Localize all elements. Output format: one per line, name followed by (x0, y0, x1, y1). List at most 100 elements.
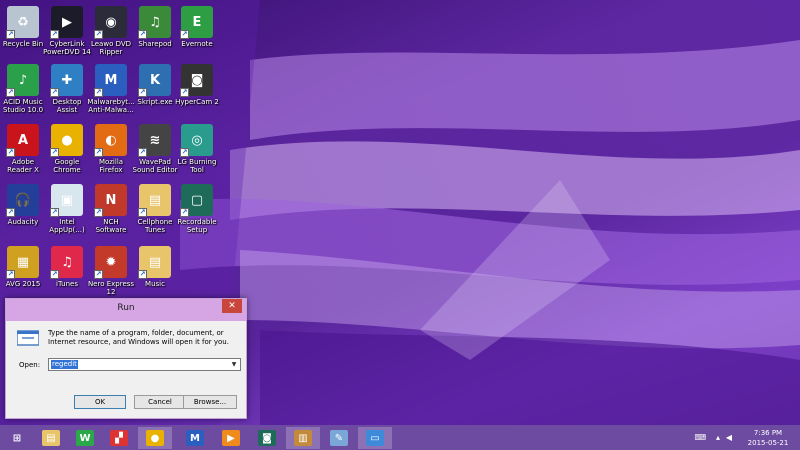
clock-time[interactable]: 7:36 PM (740, 429, 796, 437)
shortcut-arrow-icon: ↗ (50, 208, 59, 217)
wavepad-icon: ≋ ↗ (138, 124, 171, 157)
shortcut-arrow-icon: ↗ (94, 208, 103, 217)
close-button[interactable]: ✕ (222, 299, 242, 313)
avg-icon: ▦ ↗ (6, 246, 39, 279)
evernote-icon: E ↗ (180, 6, 213, 39)
shortcut-arrow-icon: ↗ (6, 270, 15, 279)
audacity-icon: 🎧 ↗ (6, 184, 39, 217)
shortcut-arrow-icon: ↗ (6, 88, 15, 97)
desktop-icon-label: Evernote (181, 40, 213, 48)
adobe-reader-icon: A ↗ (6, 124, 39, 157)
shortcut-arrow-icon: ↗ (6, 30, 15, 39)
hypercam-icon: ◙ ↗ (180, 64, 213, 97)
windows-start-icon: ⊞ (8, 430, 26, 446)
taskbar-item[interactable]: ▭ (358, 427, 392, 449)
shortcut-arrow-icon: ↗ (50, 30, 59, 39)
shortcut-arrow-icon: ↗ (180, 208, 189, 217)
shortcut-arrow-icon: ↗ (6, 148, 15, 157)
shortcut-arrow-icon: ↗ (50, 148, 59, 157)
desktop-icon[interactable]: M ↗ Malwarebyt... Anti-Malwa... (87, 64, 135, 120)
shortcut-arrow-icon: ↗ (180, 148, 189, 157)
shortcut-arrow-icon: ↗ (50, 88, 59, 97)
sharepod-icon: ♫ ↗ (138, 6, 171, 39)
shortcut-arrow-icon: ↗ (94, 270, 103, 279)
desktop-icon[interactable]: K ↗ Skript.exe (132, 64, 178, 120)
taskbar-item[interactable]: ✎ (322, 427, 356, 449)
cancel-button[interactable]: Cancel (134, 395, 186, 409)
library-icon: ▥ (294, 430, 312, 446)
recorder-icon: ◙ (258, 430, 276, 446)
shortcut-arrow-icon: ↗ (180, 30, 189, 39)
acid-music-studio-icon: ♪ ↗ (6, 64, 39, 97)
ok-button[interactable]: OK (74, 395, 126, 409)
chrome-icon: ● (146, 430, 164, 446)
desktop-icon-label: HyperCam 2 (175, 98, 219, 106)
nero-express-icon: ✹ ↗ (94, 246, 127, 279)
powerdvd-icon: ▶ ↗ (50, 6, 83, 39)
taskbar-item[interactable]: ▥ (286, 427, 320, 449)
taskbar: ⊞ ▤ W ▞ ● M ▶ ◙ ▥ ✎ ▭ ⌨ ▴ ◀ 7:36 PM 2015-05-21 (0, 425, 800, 450)
run-description: Type the name of a program, folder, docu… (48, 329, 229, 346)
desktop-icon[interactable]: ✹ ↗ Nero Express 12 (88, 246, 134, 302)
desktop-icon[interactable]: ◎ ↗ LG Burning Tool (174, 124, 220, 180)
folder-icon: ▤ ↗ (138, 184, 171, 217)
shortcut-arrow-icon: ↗ (138, 88, 147, 97)
desktop-icon[interactable]: ▤ ↗ Music (132, 246, 178, 302)
network-icon[interactable]: ▴ (716, 433, 720, 442)
desktop-icon[interactable]: ◙ ↗ HyperCam 2 (174, 64, 220, 120)
chrome-icon: ● ↗ (50, 124, 83, 157)
desktop-icon[interactable]: ▦ ↗ AVG 2015 (0, 246, 46, 302)
open-input[interactable]: regedit (51, 360, 78, 369)
leawo-dvd-ripper-icon: ◉ ↗ (94, 6, 127, 39)
taskbar-item[interactable]: ⊞ (0, 427, 34, 449)
lg-burning-tool-icon: ◎ ↗ (180, 124, 213, 157)
shortcut-arrow-icon: ↗ (6, 208, 15, 217)
paint-icon: ✎ (330, 430, 348, 446)
desktop-icon[interactable]: ▢ ↗ Recordable Setup (174, 184, 220, 240)
run-title: Run (117, 303, 135, 313)
run-titlebar[interactable]: Run ✕ (6, 299, 246, 321)
desktop-icon[interactable]: ◉ ↗ Leawo DVD Ripper (88, 6, 134, 62)
run-icon: ▭ (366, 430, 384, 446)
keyboard-icon[interactable]: ⌨ (694, 433, 706, 442)
skript-icon: K ↗ (138, 64, 171, 97)
chevron-down-icon[interactable]: ▼ (229, 359, 239, 370)
taskbar-item[interactable]: ◙ (250, 427, 284, 449)
recycle-bin-icon: ♻ ↗ (6, 6, 39, 39)
media-player-icon: ▶ (222, 430, 240, 446)
intel-appup-icon: ▣ ↗ (50, 184, 83, 217)
taskbar-item[interactable]: M (178, 427, 212, 449)
desktop-assist-icon: ✚ ↗ (50, 64, 83, 97)
shortcut-arrow-icon: ↗ (138, 148, 147, 157)
desktop-icon-label: Recordable Setup (177, 218, 217, 234)
firefox-icon: ◐ ↗ (94, 124, 127, 157)
open-combobox[interactable]: regedit ▼ (48, 358, 241, 371)
taskbar-item[interactable]: ▞ (102, 427, 136, 449)
taskbar-item[interactable]: ● (138, 427, 172, 449)
malwarebytes-icon: M (186, 430, 204, 446)
shortcut-arrow-icon: ↗ (138, 208, 147, 217)
volume-icon[interactable]: ◀ (726, 433, 732, 442)
winzip-icon: W (76, 430, 94, 446)
clock-date[interactable]: 2015-05-21 (740, 439, 796, 447)
taskbar-item[interactable]: W (68, 427, 102, 449)
open-label: Open: (19, 361, 41, 369)
run-dialog: Run ✕ Type the name of a program, folder… (5, 298, 247, 419)
taskbar-item[interactable]: ▤ (34, 427, 68, 449)
shortcut-arrow-icon: ↗ (94, 148, 103, 157)
folder-icon: ▤ ↗ (138, 246, 171, 279)
desktop-icon[interactable]: ♫ ↗ Sharepod (132, 6, 178, 62)
shortcut-arrow-icon: ↗ (180, 88, 189, 97)
taskbar-item[interactable]: ▶ (214, 427, 248, 449)
desktop-icon[interactable]: E ↗ Evernote (174, 6, 220, 62)
malwarebytes-icon: M ↗ (94, 64, 127, 97)
desktop-icon-label: LG Burning Tool (177, 158, 217, 174)
shortcut-arrow-icon: ↗ (94, 88, 103, 97)
nch-software-icon: N ↗ (94, 184, 127, 217)
shortcut-arrow-icon: ↗ (138, 270, 147, 279)
recordable-setup-icon: ▢ ↗ (180, 184, 213, 217)
desktop-icon-label: Music (145, 280, 165, 288)
itunes-icon: ♫ ↗ (50, 246, 83, 279)
shortcut-arrow-icon: ↗ (50, 270, 59, 279)
browse-button[interactable]: Browse... (183, 395, 237, 409)
